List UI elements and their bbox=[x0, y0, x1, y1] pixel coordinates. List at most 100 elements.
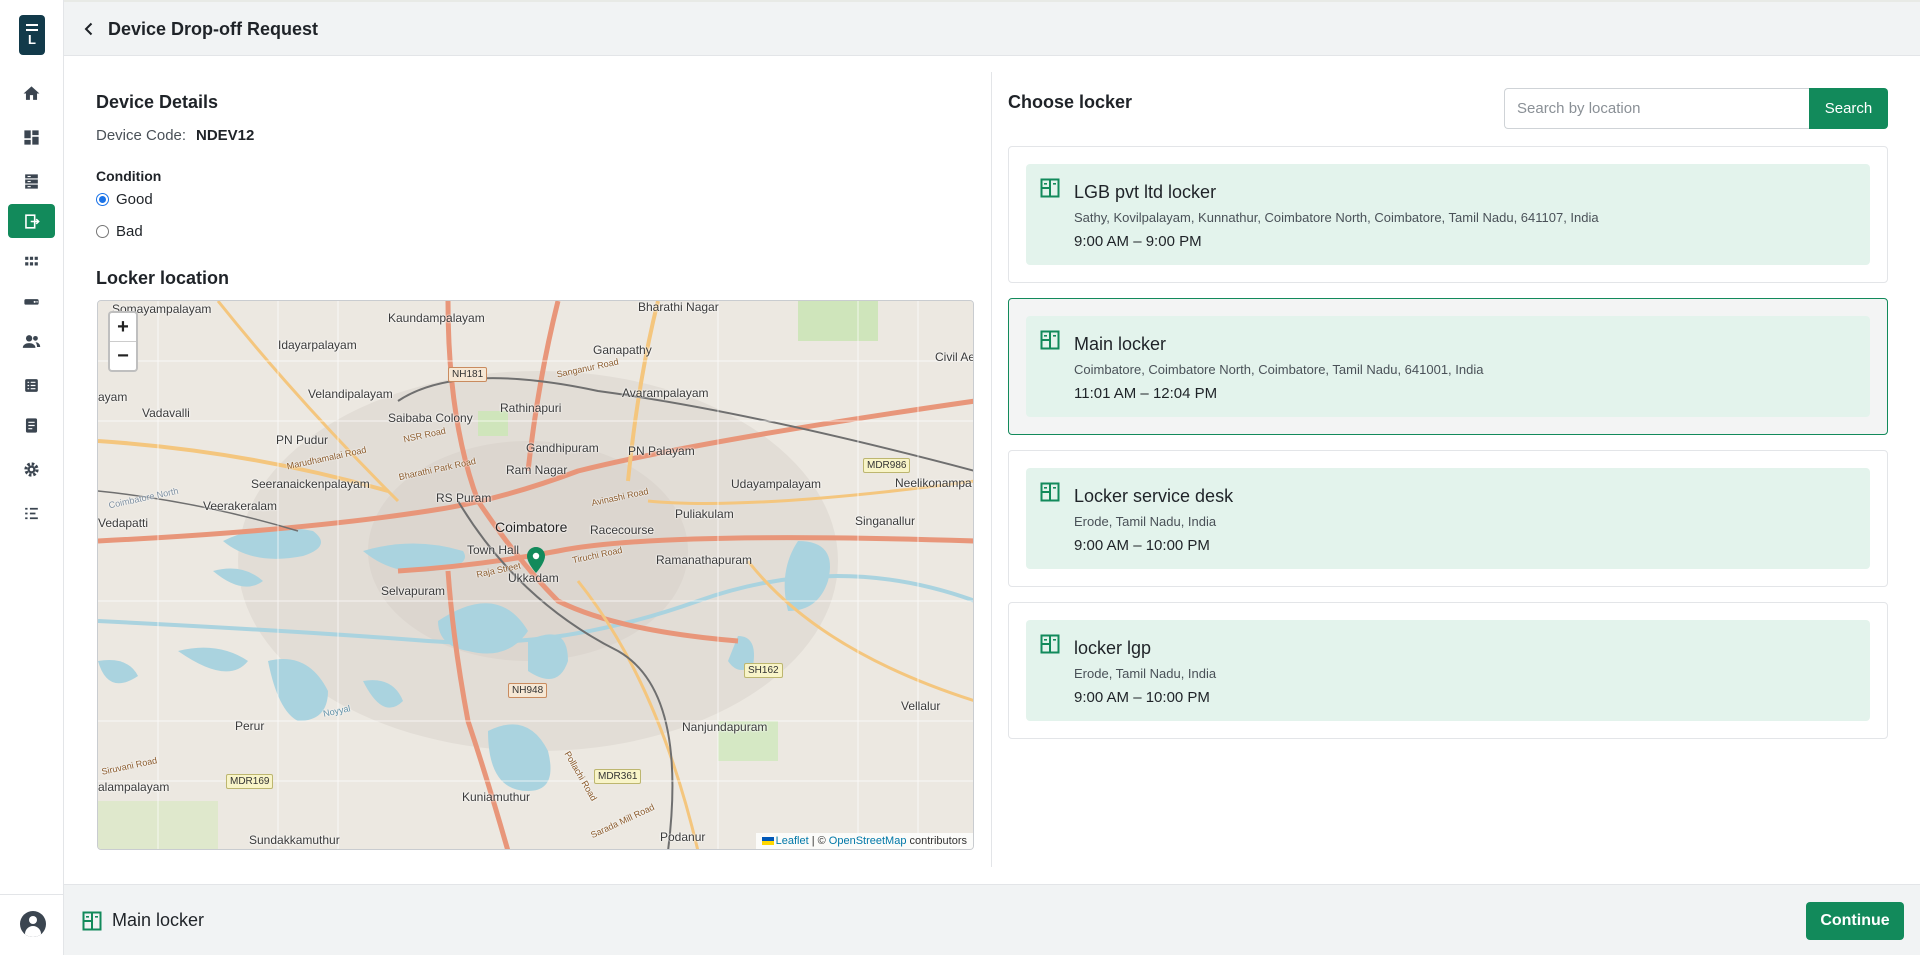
list-icon bbox=[25, 378, 38, 392]
map-label: Bharathi Nagar bbox=[638, 300, 719, 314]
sidebar-item-storage[interactable] bbox=[8, 164, 55, 198]
condition-good-option[interactable]: Good bbox=[96, 191, 153, 208]
device-code-label: Device Code: bbox=[96, 127, 187, 144]
attribution-tail: contributors bbox=[909, 835, 967, 847]
checklist-icon bbox=[25, 507, 38, 519]
map-label: PN Pudur bbox=[276, 433, 329, 447]
radio-good[interactable] bbox=[96, 193, 109, 206]
osm-link[interactable]: OpenStreetMap bbox=[829, 835, 907, 847]
road-shield: MDR361 bbox=[594, 769, 642, 784]
locker-map[interactable]: Somayampalayam Kaundampalayam Bharathi N… bbox=[97, 300, 974, 850]
map-label: Neelikonampa bbox=[895, 476, 972, 490]
sidebar-divider bbox=[0, 894, 64, 895]
map-label: Puliakulam bbox=[675, 507, 734, 521]
sidebar-item-users[interactable] bbox=[8, 324, 55, 358]
sidebar-item-list[interactable] bbox=[8, 368, 55, 402]
map-label: Rathinapuri bbox=[500, 401, 562, 415]
map-label: Ukkadam bbox=[508, 571, 559, 585]
sidebar-item-apps[interactable] bbox=[8, 244, 55, 278]
map-label: Perur bbox=[235, 719, 265, 733]
road-shield: SH162 bbox=[744, 663, 783, 678]
map-label: Podanur bbox=[660, 830, 706, 844]
locker-icon bbox=[1040, 634, 1060, 654]
radio-good-label: Good bbox=[116, 191, 153, 208]
locker-name: Locker service desk bbox=[1074, 486, 1234, 506]
page-header: Device Drop-off Request bbox=[64, 0, 1920, 56]
locker-card-selected[interactable]: Main locker Coimbatore, Coimbatore North… bbox=[1008, 298, 1888, 435]
road-shield: MDR986 bbox=[863, 458, 911, 473]
back-button[interactable] bbox=[80, 20, 98, 38]
locker-address: Erode, Tamil Nadu, India bbox=[1074, 514, 1217, 529]
map-label: Sundakkamuthur bbox=[249, 833, 340, 847]
user-avatar-icon[interactable] bbox=[20, 911, 46, 937]
map-label: Gandhipuram bbox=[526, 441, 599, 455]
locker-name: Main locker bbox=[1074, 334, 1167, 354]
map-label: Racecourse bbox=[590, 523, 655, 537]
map-label: Ramanathapuram bbox=[656, 553, 753, 567]
sidebar-item-settings[interactable] bbox=[8, 452, 55, 486]
map-label: Vadavalli bbox=[142, 406, 190, 420]
locker-card[interactable]: Locker service desk Erode, Tamil Nadu, I… bbox=[1008, 450, 1888, 587]
map-label: Veerakeralam bbox=[203, 499, 278, 513]
search-button[interactable]: Search bbox=[1809, 88, 1888, 129]
app-logo[interactable]: L bbox=[19, 15, 45, 55]
zoom-in-button[interactable]: + bbox=[110, 313, 136, 342]
sidebar-item-home[interactable] bbox=[8, 76, 55, 110]
condition-bad-option[interactable]: Bad bbox=[96, 223, 143, 240]
locker-hours: 11:01 AM – 12:04 PM bbox=[1074, 385, 1218, 402]
sidebar-item-documents[interactable] bbox=[8, 408, 55, 442]
locker-hours: 9:00 AM – 10:00 PM bbox=[1074, 689, 1210, 706]
road-shield: NH181 bbox=[448, 367, 488, 382]
device-icon bbox=[24, 298, 39, 305]
map-label: Idayarpalayam bbox=[278, 338, 357, 352]
sidebar-item-devices[interactable] bbox=[8, 284, 55, 318]
map-label: RS Puram bbox=[436, 491, 492, 505]
leaflet-link[interactable]: Leaflet bbox=[776, 835, 809, 847]
locker-hours: 9:00 AM – 9:00 PM bbox=[1074, 233, 1202, 250]
map-label: Selvapuram bbox=[381, 584, 446, 598]
map-label: ayam bbox=[98, 390, 128, 404]
sidebar-item-dashboard[interactable] bbox=[8, 120, 55, 154]
chevron-left-icon bbox=[84, 22, 93, 36]
sidebar-item-drop-off[interactable] bbox=[8, 204, 55, 238]
locker-icon bbox=[1040, 482, 1060, 502]
road-shield: NH948 bbox=[508, 683, 548, 698]
map-label: Vedapatti bbox=[98, 516, 149, 530]
map-label: Singanallur bbox=[855, 514, 916, 528]
sidebar-item-checklist[interactable] bbox=[8, 496, 55, 530]
locker-name: locker lgp bbox=[1074, 638, 1152, 658]
locker-card-body: Main locker Coimbatore, Coimbatore North… bbox=[1026, 316, 1870, 417]
map-label: Ram Nagar bbox=[506, 463, 568, 477]
locker-location-title: Locker location bbox=[96, 268, 230, 288]
locker-icon bbox=[82, 911, 102, 931]
ukraine-flag-icon bbox=[761, 837, 774, 846]
map-zoom-control: + − bbox=[108, 311, 138, 372]
dashboard-icon bbox=[24, 129, 39, 145]
location-search-input[interactable] bbox=[1504, 88, 1809, 129]
sidebar: L bbox=[0, 0, 64, 955]
condition-label: Condition bbox=[96, 168, 162, 184]
location-pin-icon[interactable] bbox=[527, 547, 545, 573]
zoom-out-button[interactable]: − bbox=[110, 342, 136, 371]
locker-card[interactable]: LGB pvt ltd locker Sathy, Kovilpalayam, … bbox=[1008, 146, 1888, 283]
footer-bar: Main locker Continue bbox=[64, 884, 1920, 955]
locker-icon bbox=[1040, 178, 1060, 198]
map-label: alampalayam bbox=[98, 780, 170, 794]
radio-bad[interactable] bbox=[96, 225, 109, 238]
map-label: Avarampalayam bbox=[622, 386, 709, 400]
locker-card[interactable]: locker lgp Erode, Tamil Nadu, India 9:00… bbox=[1008, 602, 1888, 739]
document-icon bbox=[25, 417, 38, 433]
continue-button[interactable]: Continue bbox=[1806, 902, 1904, 940]
locker-card-body: locker lgp Erode, Tamil Nadu, India 9:00… bbox=[1026, 620, 1870, 721]
map-label: Civil Ae bbox=[935, 350, 974, 364]
storage-icon bbox=[25, 173, 38, 189]
map-label: Udayampalayam bbox=[731, 477, 822, 491]
map-label: PN Palayam bbox=[628, 444, 695, 458]
locker-card-body: Locker service desk Erode, Tamil Nadu, I… bbox=[1026, 468, 1870, 569]
map-label: Seeranaickenpalayam bbox=[251, 477, 370, 491]
map-label: Town Hall bbox=[467, 543, 520, 557]
device-details-title: Device Details bbox=[96, 92, 219, 112]
map-label: Velandipalayam bbox=[308, 387, 393, 401]
map-label: Nanjundapuram bbox=[682, 720, 768, 734]
choose-locker-title: Choose locker bbox=[1008, 92, 1133, 112]
